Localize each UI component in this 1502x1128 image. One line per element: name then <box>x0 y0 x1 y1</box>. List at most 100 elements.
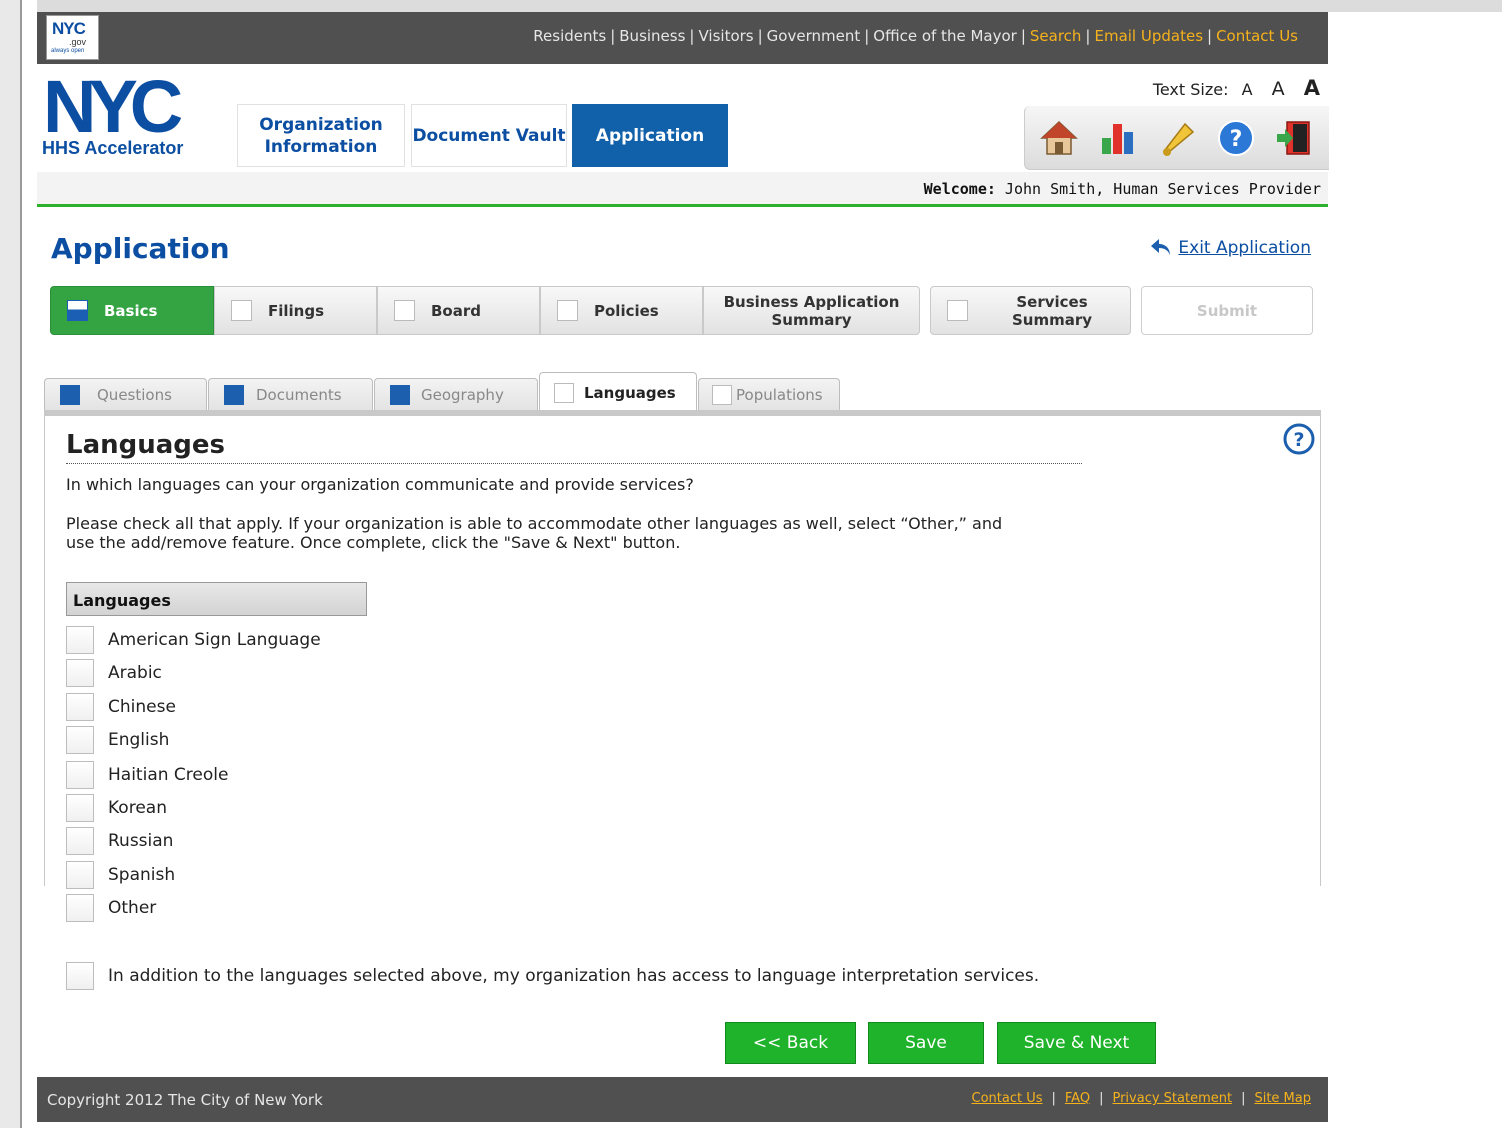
save-button[interactable]: Save <box>868 1022 984 1064</box>
language-checkbox[interactable] <box>66 861 94 889</box>
section-instructions: Please check all that apply. If your org… <box>66 514 1003 552</box>
language-checkbox[interactable] <box>66 693 94 721</box>
step-business-application-summary[interactable]: Business Application Summary <box>703 286 920 335</box>
language-label: American Sign Language <box>108 630 321 650</box>
interpretation-services-checkbox[interactable] <box>66 962 94 990</box>
save-and-next-button[interactable]: Save & Next <box>997 1022 1156 1064</box>
step-label: Services Summary <box>1011 292 1093 329</box>
bell-icon[interactable] <box>1157 118 1197 158</box>
language-option[interactable]: Arabic <box>66 658 162 688</box>
interpretation-services-label: In addition to the languages selected ab… <box>108 966 1040 986</box>
language-option[interactable]: Chinese <box>66 692 176 722</box>
complete-status-icon <box>60 385 80 405</box>
nav-tab-document-vault[interactable]: Document Vault <box>411 104 567 167</box>
top-link-business[interactable]: Business <box>619 27 685 45</box>
interpretation-services-option[interactable]: In addition to the languages selected ab… <box>66 961 1039 991</box>
step-services-summary[interactable]: Services Summary <box>930 286 1131 335</box>
top-link-search[interactable]: Search <box>1030 27 1082 45</box>
language-option[interactable]: American Sign Language <box>66 625 321 655</box>
welcome-user: John Smith, Human Services Provider <box>1004 180 1321 198</box>
language-checkbox[interactable] <box>66 827 94 855</box>
logout-icon[interactable] <box>1273 118 1313 158</box>
text-size-small[interactable]: A <box>1242 80 1253 99</box>
tab-populations[interactable]: Populations <box>698 378 840 411</box>
text-size-medium[interactable]: A <box>1272 78 1285 100</box>
submit-button[interactable]: Submit <box>1141 286 1313 335</box>
text-size-large[interactable]: A <box>1304 76 1320 100</box>
tab-documents[interactable]: Documents <box>208 378 373 411</box>
text-size-control: Text Size: A A A <box>1153 76 1320 100</box>
top-link-office-of-the-mayor[interactable]: Office of the Mayor <box>873 27 1017 45</box>
language-checkbox[interactable] <box>66 726 94 754</box>
top-link-government[interactable]: Government <box>767 27 861 45</box>
top-link-residents[interactable]: Residents <box>533 27 606 45</box>
tab-languages[interactable]: Languages <box>539 372 697 412</box>
top-link-visitors[interactable]: Visitors <box>698 27 753 45</box>
footer: Copyright 2012 The City of New York Cont… <box>37 1077 1328 1122</box>
language-label: Spanish <box>108 865 176 885</box>
step-basics[interactable]: Basics <box>50 286 214 335</box>
tab-geography[interactable]: Geography <box>374 378 538 411</box>
copyright: Copyright 2012 The City of New York <box>47 1091 323 1109</box>
home-icon[interactable] <box>1039 118 1079 158</box>
language-option[interactable]: English <box>66 725 169 755</box>
language-checkbox[interactable] <box>66 894 94 922</box>
nyc-logo-text: NYC <box>43 76 182 136</box>
page: NYC .gov always open Residents | Business |… <box>37 12 1329 1128</box>
complete-status-icon <box>390 385 410 405</box>
language-option[interactable]: Russian <box>66 826 173 856</box>
step-label: Basics <box>104 301 158 320</box>
footer-link-privacy-statement[interactable]: Privacy Statement <box>1112 1091 1232 1106</box>
language-label: Korean <box>108 798 167 818</box>
footer-link-site-map[interactable]: Site Map <box>1254 1091 1311 1106</box>
language-option[interactable]: Spanish <box>66 860 175 890</box>
complete-status-icon <box>224 385 244 405</box>
language-checkbox[interactable] <box>66 626 94 654</box>
step-policies[interactable]: Policies <box>540 286 703 335</box>
nyc-gov-logo[interactable]: NYC .gov always open <box>46 15 99 60</box>
bar-chart-icon[interactable] <box>1098 118 1138 158</box>
nyc-gov-logo-tagline: always open <box>51 48 85 54</box>
section-question: In which languages can your organization… <box>66 475 694 494</box>
language-label: English <box>108 730 170 750</box>
tab-label: Languages <box>584 383 676 402</box>
language-option[interactable]: Other <box>66 893 156 923</box>
top-links: Residents | Business | Visitors | Government | O… <box>533 27 1298 45</box>
footer-link-faq[interactable]: FAQ <box>1065 1091 1090 1106</box>
language-option[interactable]: Korean <box>66 793 167 823</box>
tab-label: Documents <box>256 386 342 404</box>
step-filings[interactable]: Filings <box>214 286 377 335</box>
top-link-email-updates[interactable]: Email Updates <box>1094 27 1203 45</box>
language-checkbox[interactable] <box>66 659 94 687</box>
step-label: Business Application Summary <box>723 292 900 329</box>
section-title: Languages <box>66 430 226 460</box>
footer-link-contact-us[interactable]: Contact Us <box>972 1091 1043 1106</box>
window-left-edge <box>0 0 37 1128</box>
back-button[interactable]: << Back <box>725 1022 856 1064</box>
step-board[interactable]: Board <box>377 286 540 335</box>
hhs-accelerator-label: HHS Accelerator <box>42 138 184 158</box>
help-icon[interactable]: ? <box>1283 423 1315 455</box>
language-option[interactable]: Haitian Creole <box>66 760 228 790</box>
language-label: Russian <box>108 831 174 851</box>
top-bar: NYC .gov always open Residents | Business |… <box>37 12 1328 64</box>
incomplete-status-icon <box>712 385 732 405</box>
text-size-label: Text Size: <box>1152 80 1229 99</box>
welcome-label: Welcome: <box>923 180 996 198</box>
nyc-gov-logo-sub: .gov <box>69 37 87 47</box>
nav-tab-organization-information[interactable]: Organization Information <box>237 104 405 167</box>
page-title: Application <box>51 232 230 265</box>
tab-questions[interactable]: Questions <box>44 378 207 411</box>
language-checkbox[interactable] <box>66 761 94 789</box>
nyc-logo[interactable]: NYC <box>43 76 225 136</box>
step-status-icon <box>231 300 252 321</box>
language-checkbox[interactable] <box>66 794 94 822</box>
top-link-contact-us[interactable]: Contact Us <box>1216 27 1298 45</box>
window-top-edge <box>0 0 1502 12</box>
nav-tab-application[interactable]: Application <box>572 104 728 167</box>
step-label: Board <box>431 301 481 320</box>
help-icon[interactable]: ? <box>1216 118 1256 158</box>
utility-icon-bar: ? <box>1024 106 1329 170</box>
exit-application-link[interactable]: Exit Application <box>1150 237 1311 258</box>
exit-application-label: Exit Application <box>1178 238 1311 258</box>
